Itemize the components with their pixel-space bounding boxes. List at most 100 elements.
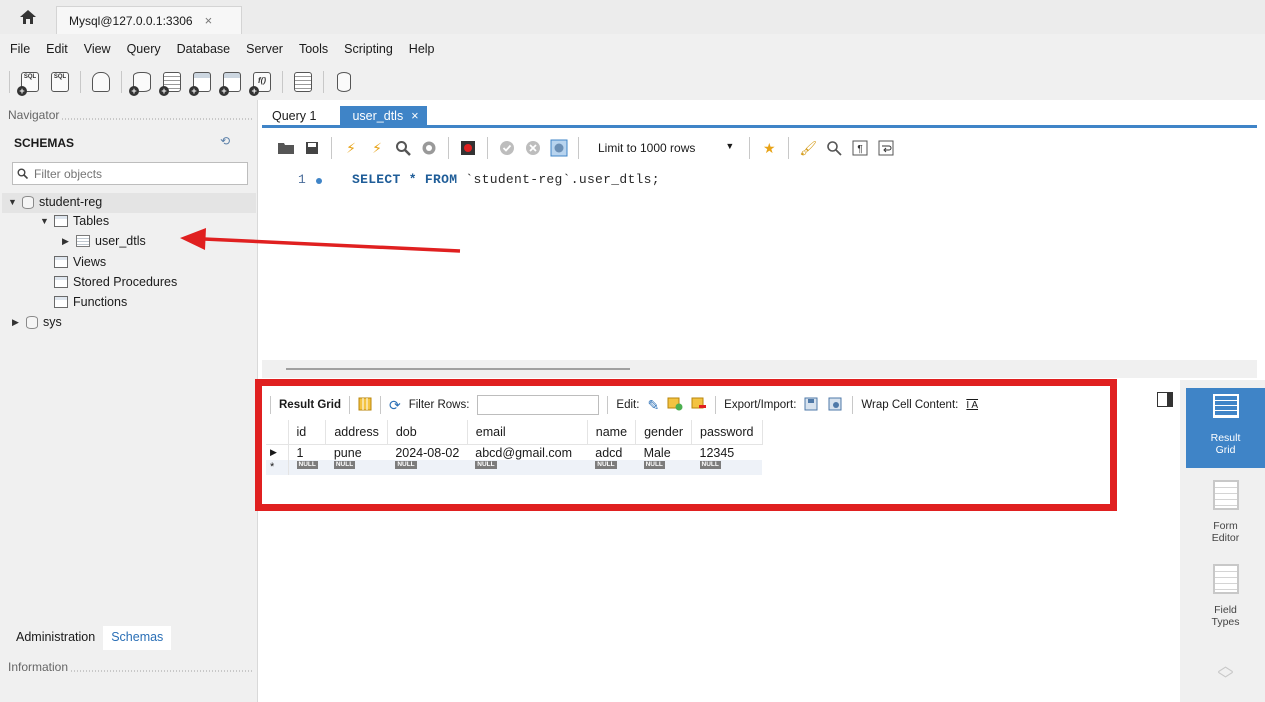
inspector-icon[interactable] bbox=[88, 69, 114, 95]
chevron-down-icon: ▼ bbox=[725, 141, 735, 151]
database-icon bbox=[22, 195, 34, 209]
invisible-chars-icon[interactable]: ¶ bbox=[850, 138, 870, 158]
side-label: Result bbox=[1210, 432, 1241, 444]
toolbar-separator bbox=[9, 71, 10, 93]
toolbar-separator bbox=[121, 71, 122, 93]
editor-tab-bar: Query 1 user_dtls × bbox=[262, 106, 1257, 128]
toggle-error-icon[interactable] bbox=[458, 138, 478, 158]
tree-item-sys[interactable]: ▶ sys bbox=[12, 315, 62, 329]
tab-schemas[interactable]: Schemas bbox=[103, 626, 172, 650]
reconnect-icon[interactable] bbox=[331, 69, 357, 95]
information-header: Information bbox=[8, 660, 254, 678]
collapsed-arrow-icon[interactable]: ▶ bbox=[12, 317, 21, 328]
filter-objects-input[interactable] bbox=[34, 166, 224, 181]
autocommit-icon[interactable] bbox=[549, 138, 569, 158]
open-sql-script-icon[interactable]: SQL bbox=[47, 69, 73, 95]
side-label: Types bbox=[1211, 616, 1240, 628]
filter-objects-field[interactable] bbox=[12, 162, 248, 185]
tab-user-dtls[interactable]: user_dtls × bbox=[340, 106, 427, 125]
scroll-panel-icon[interactable]: ︿ ﹀ bbox=[1186, 659, 1265, 689]
field-types-icon bbox=[1212, 564, 1239, 594]
main-toolbar: SQL + SQL + + + + f() + bbox=[0, 64, 1265, 100]
side-form-editor-button[interactable]: Form Editor bbox=[1186, 480, 1265, 544]
menu-query[interactable]: Query bbox=[127, 42, 161, 56]
menu-database[interactable]: Database bbox=[177, 42, 231, 56]
sql-editor[interactable] bbox=[262, 166, 1257, 358]
menu-help[interactable]: Help bbox=[409, 42, 435, 56]
connection-tab[interactable]: Mysql@127.0.0.1:3306 × bbox=[56, 6, 242, 34]
save-icon[interactable] bbox=[302, 138, 322, 158]
close-tab-icon[interactable]: × bbox=[411, 109, 418, 125]
tab-label: user_dtls bbox=[352, 109, 404, 123]
tree-item-label: student-reg bbox=[39, 195, 103, 209]
tree-item-label: sys bbox=[43, 315, 62, 329]
menu-bar: File Edit View Query Database Server Too… bbox=[0, 34, 1265, 64]
explain-icon[interactable] bbox=[393, 138, 413, 158]
tree-item-user-dtls[interactable]: ▶ user_dtls bbox=[62, 234, 146, 248]
schemas-title: SCHEMAS bbox=[14, 136, 75, 150]
search-table-data-icon[interactable] bbox=[290, 69, 316, 95]
toggle-side-panel-icon[interactable] bbox=[1157, 392, 1173, 407]
search-icon bbox=[17, 168, 28, 179]
home-icon bbox=[20, 10, 36, 24]
tree-item-label: Stored Procedures bbox=[73, 275, 178, 289]
create-procedure-icon[interactable]: + bbox=[219, 69, 245, 96]
side-label: Grid bbox=[1215, 444, 1236, 456]
refresh-icon[interactable]: ⟲ bbox=[220, 134, 230, 148]
open-file-icon[interactable] bbox=[276, 138, 296, 158]
create-schema-icon[interactable]: + bbox=[129, 69, 155, 96]
menu-file[interactable]: File bbox=[10, 42, 30, 56]
toolbar-separator bbox=[749, 137, 751, 159]
collapsed-arrow-icon[interactable]: ▶ bbox=[62, 236, 71, 247]
tab-administration[interactable]: Administration bbox=[8, 626, 104, 650]
word-wrap-icon[interactable] bbox=[876, 138, 896, 158]
menu-server[interactable]: Server bbox=[246, 42, 283, 56]
table-icon bbox=[76, 235, 90, 247]
navigator-header: Navigator bbox=[8, 108, 254, 126]
create-table-icon[interactable]: + bbox=[159, 69, 185, 96]
tree-item-label: user_dtls bbox=[95, 234, 146, 248]
tree-item-views[interactable]: Views bbox=[54, 255, 106, 269]
toolbar-separator bbox=[487, 137, 488, 159]
expanded-arrow-icon[interactable]: ▼ bbox=[8, 197, 17, 207]
database-icon bbox=[26, 315, 38, 329]
tree-item-tables[interactable]: ▼ Tables bbox=[40, 214, 109, 228]
side-label: Form bbox=[1213, 520, 1238, 532]
rollback-icon[interactable] bbox=[523, 138, 543, 158]
line-number: 1 bbox=[298, 172, 306, 187]
toolbar-separator bbox=[80, 71, 81, 93]
beautify-icon[interactable]: 🖌 bbox=[798, 138, 818, 158]
horizontal-scrollbar[interactable] bbox=[286, 368, 630, 370]
menu-scripting[interactable]: Scripting bbox=[344, 42, 393, 56]
execute-current-icon[interactable]: ⚡ bbox=[367, 138, 387, 158]
sql-statement[interactable]: SELECT * FROM `student-reg`.user_dtls; bbox=[352, 172, 660, 187]
menu-edit[interactable]: Edit bbox=[46, 42, 68, 56]
statement-marker-icon bbox=[316, 178, 322, 184]
toolbar-separator bbox=[788, 137, 790, 159]
stop-icon[interactable] bbox=[419, 138, 439, 158]
toolbar-separator bbox=[282, 71, 283, 93]
menu-tools[interactable]: Tools bbox=[299, 42, 328, 56]
form-editor-icon bbox=[1212, 480, 1239, 510]
add-snippet-icon[interactable]: ★ bbox=[759, 138, 779, 158]
tab-query-1[interactable]: Query 1 bbox=[262, 106, 326, 125]
tree-item-functions[interactable]: Functions bbox=[54, 295, 127, 309]
sql-keywords: SELECT * FROM bbox=[352, 172, 466, 187]
new-sql-tab-icon[interactable]: SQL + bbox=[17, 69, 43, 96]
commit-icon[interactable] bbox=[497, 138, 517, 158]
create-view-icon[interactable]: + bbox=[189, 69, 215, 96]
side-result-grid-button[interactable]: Result Grid bbox=[1186, 388, 1265, 468]
side-field-types-button[interactable]: Field Types bbox=[1186, 564, 1265, 628]
find-replace-icon[interactable] bbox=[824, 138, 844, 158]
navigator-panel bbox=[0, 100, 258, 702]
limit-rows-select[interactable]: Limit to 1000 rows ▼ bbox=[592, 139, 740, 157]
limit-rows-value: Limit to 1000 rows bbox=[598, 141, 696, 155]
close-icon[interactable]: × bbox=[205, 13, 213, 28]
expanded-arrow-icon[interactable]: ▼ bbox=[40, 216, 49, 226]
tree-item-stored-procedures[interactable]: Stored Procedures bbox=[54, 275, 177, 289]
home-button[interactable] bbox=[6, 4, 50, 30]
create-function-icon[interactable]: f() + bbox=[249, 69, 275, 96]
menu-view[interactable]: View bbox=[84, 42, 111, 56]
tree-item-student-reg[interactable]: ▼ student-reg bbox=[8, 195, 102, 209]
execute-icon[interactable]: ⚡ bbox=[341, 138, 361, 158]
